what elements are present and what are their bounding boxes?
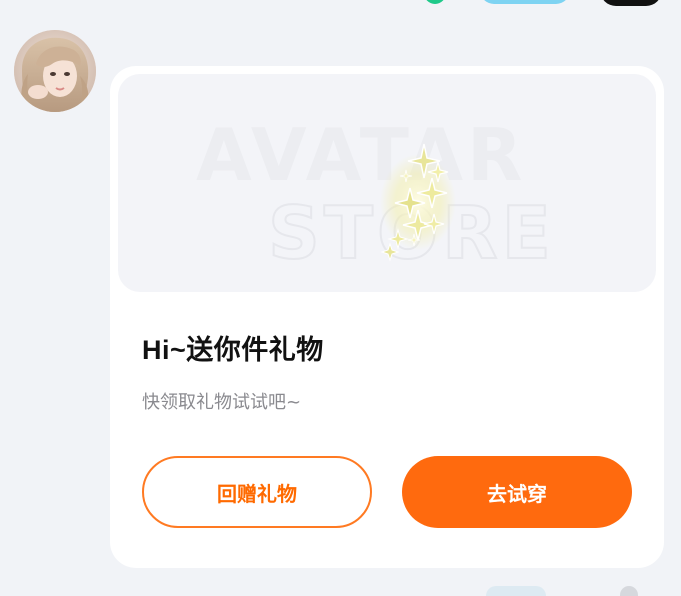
next-message-edge (0, 586, 681, 596)
next-message-pill (486, 586, 546, 596)
watermark-line-1: AVATAR (196, 113, 527, 197)
gift-card: AVATAR STORE Hi~送你件礼物 快领取礼物试试吧~ 回赠礼物 (110, 66, 664, 568)
status-dot (424, 0, 446, 4)
previous-message-edge (0, 0, 681, 8)
try-on-button[interactable]: 去试穿 (402, 456, 632, 528)
card-subtitle: 快领取礼物试试吧~ (142, 392, 302, 413)
avatar[interactable] (14, 30, 96, 112)
next-message-dot (620, 586, 638, 596)
avatar-store-banner-art: AVATAR STORE (196, 113, 552, 276)
card-title: Hi~送你件礼物 (142, 335, 324, 365)
previous-icon-button[interactable] (600, 0, 662, 6)
avatar-image (14, 30, 96, 112)
return-gift-button[interactable]: 回赠礼物 (142, 456, 372, 528)
previous-action-pill[interactable] (480, 0, 570, 4)
gift-banner[interactable]: AVATAR STORE (118, 74, 656, 292)
